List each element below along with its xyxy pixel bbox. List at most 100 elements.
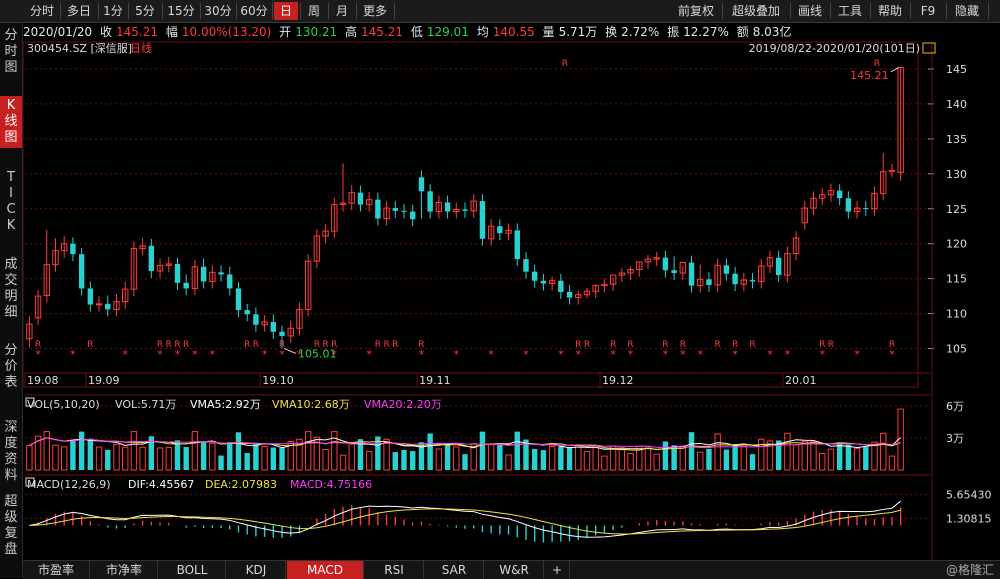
candle-body-down [836, 190, 843, 199]
volume-bar-down [235, 432, 242, 470]
volume-bar-down [497, 444, 503, 470]
amount-value: 8.03亿 [752, 25, 792, 39]
price-tick-label: 145 [946, 63, 967, 76]
toolbar-right-0[interactable]: 前复权 [672, 2, 720, 20]
sidebar-tab-6[interactable]: 超级复盘 [0, 492, 22, 560]
period-tab-7[interactable]: 日 [274, 2, 298, 20]
chart-canvas[interactable]: 145 140 135 130 125 120 115 110 105 300454.SZ [深信… [0, 0, 1000, 578]
high-label: 高 [345, 25, 358, 39]
volume-bar-down [662, 441, 669, 470]
price-tick-label: 110 [946, 308, 967, 321]
period-tab-0[interactable]: 分时 [26, 2, 58, 20]
volume-bar-down [410, 451, 416, 470]
volume-bar-up [191, 431, 199, 471]
toolbar-divider [60, 3, 61, 19]
volume-tick-label: 3万 [946, 432, 964, 445]
marker-r: R [874, 59, 880, 69]
toolbar-divider [910, 3, 911, 19]
toolbar-right-5[interactable]: F9 [912, 2, 944, 20]
volume-bar-up [130, 431, 138, 471]
volume-bar-down [723, 449, 730, 470]
period-tab-4[interactable]: 15分 [164, 2, 198, 20]
marker-r: R [183, 340, 189, 350]
volume-bar-up [61, 446, 68, 471]
marker-star: * [35, 348, 41, 361]
volume-bar-up [322, 448, 329, 471]
marker-star: * [697, 348, 703, 361]
date-label: 19.09 [88, 374, 120, 387]
toolbar-right-2[interactable]: 画线 [792, 2, 828, 20]
toolbar-right-4[interactable]: 帮助 [872, 2, 908, 20]
volume-bar-up [583, 451, 591, 471]
change-value: 10.00%(13.20) [181, 25, 272, 39]
toolbar-right-6[interactable]: 隐藏 [948, 2, 986, 20]
period-tab-3[interactable]: 5分 [130, 2, 160, 20]
toolbar-divider [356, 3, 357, 19]
sidebar-tab-4[interactable]: 分价表 [0, 341, 22, 393]
toolbar-divider [300, 3, 301, 19]
period-tab-6[interactable]: 60分 [238, 2, 270, 20]
marker-star: * [628, 348, 634, 361]
volume-bar-up [304, 431, 312, 471]
toolbar-right-3[interactable]: 工具 [832, 2, 868, 20]
volume-bar-down [444, 445, 451, 470]
sidebar-tab-0[interactable]: 分时图 [0, 26, 22, 78]
period-tab-10[interactable]: 更多 [358, 2, 392, 20]
toolbar-divider [790, 3, 791, 19]
low-value: 129.01 [426, 25, 469, 39]
volume-legend: VMA5:2.92万 [190, 398, 261, 411]
close-value: 145.21 [116, 25, 159, 39]
marker-r: R [392, 340, 398, 350]
candle-body-down [87, 288, 94, 305]
indicator-tab-7[interactable]: W&R [485, 561, 544, 579]
volume-bar-down [174, 440, 181, 470]
volume-bar-down [845, 444, 852, 470]
indicator-tab-1[interactable]: 市净率 [91, 561, 158, 579]
candle-body-down [78, 254, 85, 289]
period-tab-1[interactable]: 多日 [62, 2, 96, 20]
period-tab-2[interactable]: 1分 [100, 2, 126, 20]
indicator-tab-2[interactable]: BOLL [159, 561, 226, 579]
indicator-tab-0[interactable]: 市盈率 [23, 561, 90, 579]
volume-legend: VMA20:2.20万 [364, 398, 442, 411]
volume-bar-up [575, 444, 582, 471]
indicator-tab-8[interactable]: + [545, 561, 570, 579]
volume-bar-up [113, 443, 120, 471]
period-tab-9[interactable]: 月 [330, 2, 354, 20]
volume-bar-up [453, 446, 460, 471]
marker-star: * [610, 348, 616, 361]
toolbar-divider [128, 3, 129, 19]
toolbar-right-1[interactable]: 超级叠加 [724, 2, 788, 20]
period-tab-5[interactable]: 30分 [202, 2, 234, 20]
price-tick-label: 125 [946, 203, 967, 216]
marker-star: * [210, 348, 216, 361]
sidebar-tab-2[interactable]: TICK [0, 168, 22, 236]
sidebar-tab-5[interactable]: 深度资料 [0, 418, 22, 486]
marker-star: * [523, 348, 529, 361]
indicator-tab-3[interactable]: KDJ [227, 561, 286, 579]
macd-dea-line [29, 508, 901, 535]
volume-bar-up [644, 445, 652, 471]
volume-bar-down [78, 431, 85, 470]
volume-bar-down [87, 438, 94, 470]
marker-star: * [279, 348, 285, 361]
indicator-tab-6[interactable]: SAR [425, 561, 484, 579]
marker-star: * [488, 348, 494, 361]
indicator-tab-5[interactable]: RSI [365, 561, 424, 579]
date-label: 19.12 [602, 374, 634, 387]
volume-bar-up [827, 448, 835, 471]
indicator-tab-4[interactable]: MACD [287, 561, 364, 579]
toolbar-divider [200, 3, 201, 19]
open-value: 130.21 [295, 25, 338, 39]
watermark: @格隆汇 [945, 563, 994, 577]
marker-star: * [819, 348, 825, 361]
candle-body-down [174, 263, 181, 283]
candle-body-down [227, 274, 233, 289]
marker-star: * [854, 348, 860, 361]
candle-body-down [775, 257, 782, 276]
price-tick-label: 120 [946, 238, 967, 251]
volume-bar-up [784, 432, 791, 471]
sidebar-tab-1[interactable]: K线图 [0, 96, 22, 148]
period-tab-8[interactable]: 周 [302, 2, 326, 20]
sidebar-tab-3[interactable]: 成交明细 [0, 255, 22, 323]
